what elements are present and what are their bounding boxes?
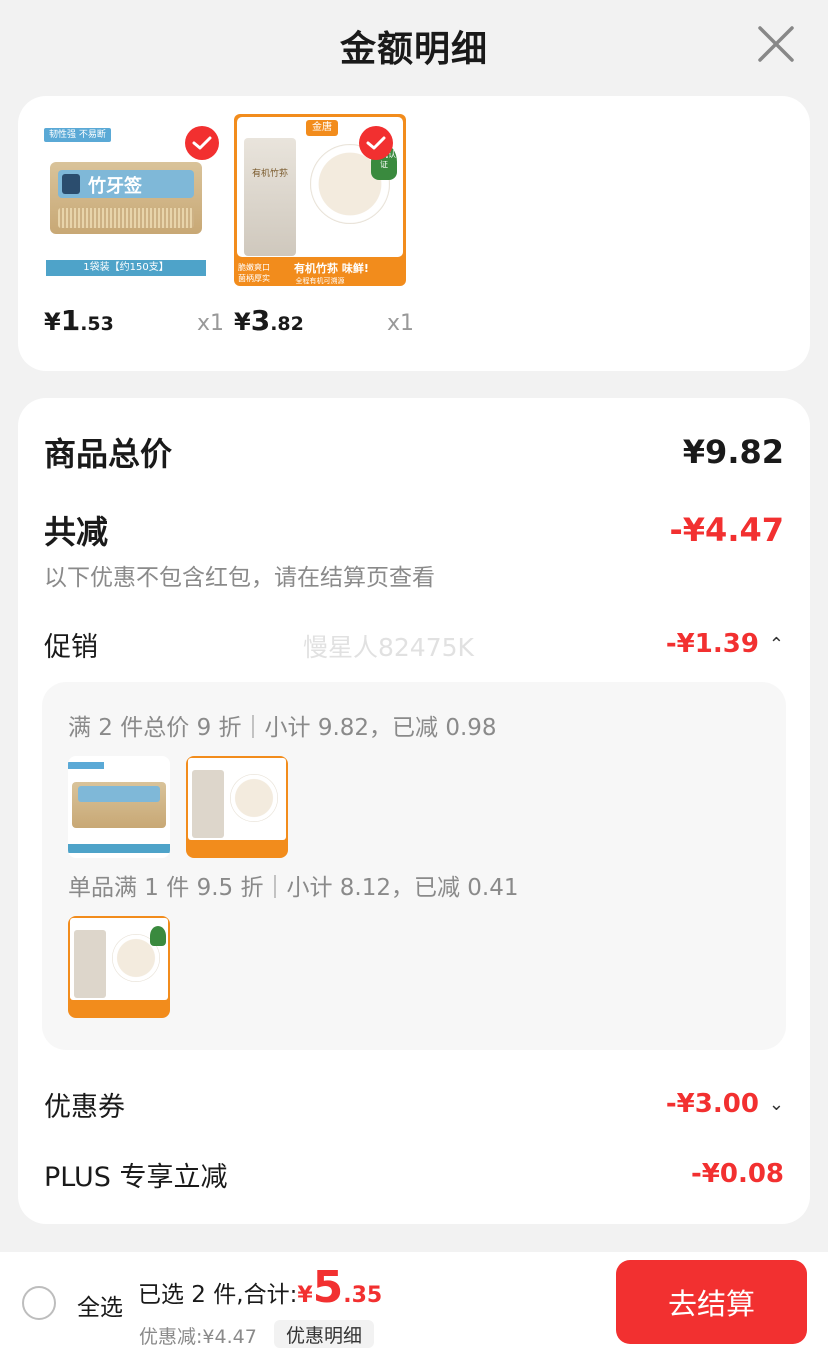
plus-value: -¥0.08	[690, 1159, 784, 1189]
promo-rule-1: 满 2 件总价 9 折｜小计 9.82，已减 0.98	[68, 715, 497, 741]
product-quantity: x1	[386, 311, 414, 336]
promo-value: -¥1.39	[665, 629, 759, 659]
total-integer: 5	[312, 1262, 344, 1313]
product-jar-label: 有机竹荪	[251, 169, 288, 179]
page-title: 金额明细	[339, 29, 488, 70]
selected-count-text: 已选 2 件,合计:	[138, 1282, 298, 1308]
reduce-value: -¥4.47	[669, 511, 785, 549]
promo-product-thumb-toothpicks	[68, 756, 170, 858]
product-price: ¥3.82	[234, 304, 304, 337]
promo-rule-2: 单品满 1 件 9.5 折｜小计 8.12，已减 0.41	[68, 875, 519, 901]
discount-detail-button[interactable]: 优惠明细	[274, 1320, 375, 1348]
chevron-down-icon: ⌄	[768, 1093, 784, 1115]
coupon-label: 优惠券	[44, 1091, 125, 1123]
checkout-bar: 全选 已选 2 件,合计: ¥ 5 .35 优惠减:¥4.47 优惠明细 去结算	[0, 1252, 828, 1363]
header: 金额明细	[0, 0, 828, 92]
check-icon[interactable]	[185, 126, 219, 160]
product-bottom-label: 1袋装【约150支】	[46, 260, 206, 276]
select-all-radio[interactable]	[22, 1286, 56, 1320]
coupon-value: -¥3.00	[665, 1089, 759, 1119]
product-item[interactable]: 金唐 有机竹荪 有机认证 有机竹荪 味鲜! 脆嫩爽口 菌柄厚实 全程有机可溯源 …	[234, 114, 414, 337]
product-brand-tag: 金唐	[306, 120, 338, 136]
total-value: ¥9.82	[682, 433, 784, 471]
total-label: 商品总价	[44, 435, 173, 473]
reduce-label: 共减	[44, 513, 109, 551]
promo-detail-box: 满 2 件总价 9 折｜小计 9.82，已减 0.98 单品满 1 件 9.5 …	[42, 682, 786, 1050]
product-brand: 竹牙签	[88, 176, 142, 197]
product-price: ¥1.53	[44, 304, 114, 337]
close-icon[interactable]	[754, 22, 798, 66]
coupon-value-group[interactable]: -¥3.00 ⌄	[666, 1089, 784, 1119]
total-decimal: .35	[343, 1283, 383, 1308]
promo-label: 促销	[44, 631, 98, 663]
checkout-button[interactable]: 去结算	[616, 1260, 807, 1344]
check-icon[interactable]	[359, 126, 393, 160]
amount-detail-card: 商品总价 ¥9.82 共减 -¥4.47 以下优惠不包含红包，请在结算页查看 促…	[18, 398, 810, 1224]
promo-value-group[interactable]: -¥1.39 ⌃	[666, 629, 784, 659]
plus-row: PLUS 专享立减 -¥0.08	[44, 1154, 784, 1194]
product-feature: 脆嫩爽口	[238, 263, 270, 272]
discount-text: 优惠减:¥4.47	[139, 1326, 257, 1348]
product-tag: 韧性强 不易断	[44, 128, 111, 142]
product-slogan: 有机竹荪 味鲜!	[294, 262, 369, 275]
total-row: 商品总价 ¥9.82	[44, 430, 784, 474]
selected-products-card: 韧性强 不易断 竹牙签 1袋装【约150支】 ¥1.53 x1 金唐 有机竹荪 …	[18, 96, 810, 371]
discount-note: 以下优惠不包含红包，请在结算页查看	[44, 565, 435, 591]
plus-label: PLUS 专享立减	[44, 1161, 228, 1193]
watermark: 慢星人82475K	[303, 633, 474, 662]
product-footnote: 全程有机可溯源	[295, 277, 345, 285]
product-quantity: x1	[196, 311, 224, 336]
promo-product-thumb-bamboo-fungus	[186, 756, 288, 858]
select-all-label[interactable]: 全选	[77, 1288, 123, 1322]
reduce-row: 共减 -¥4.47	[44, 508, 784, 552]
selected-summary: 已选 2 件,合计: ¥ 5 .35	[138, 1262, 382, 1313]
product-item[interactable]: 韧性强 不易断 竹牙签 1袋装【约150支】 ¥1.53 x1	[44, 114, 224, 337]
price-row: ¥3.82 x1	[234, 304, 414, 344]
total-currency: ¥	[297, 1283, 313, 1308]
promo-product-thumb-bamboo-fungus	[68, 916, 170, 1018]
coupon-row[interactable]: 优惠券 -¥3.00 ⌄	[44, 1084, 784, 1124]
price-row: ¥1.53 x1	[44, 304, 224, 344]
chevron-up-icon: ⌃	[768, 633, 784, 655]
